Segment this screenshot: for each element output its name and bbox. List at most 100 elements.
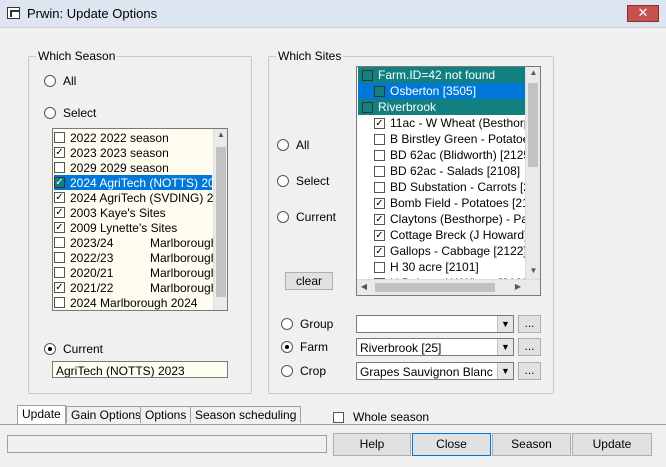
tab-update[interactable]: Update [17, 405, 66, 424]
season-item-checkbox[interactable]: ✓ [54, 282, 65, 293]
season-current-radio[interactable]: Current [44, 342, 103, 356]
site-list-item[interactable]: ✓ Cottage Breck (J Howard) - I [358, 227, 540, 243]
site-list-item[interactable]: ✓ Gallops - Cabbage [2122] [358, 243, 527, 259]
crop-browse-button[interactable]: ... [518, 362, 541, 380]
season-item-checkbox[interactable] [54, 252, 65, 263]
site-item-checkbox[interactable]: ✓ [374, 197, 385, 209]
site-list-item[interactable]: BD Substation - Carrots [211 [358, 179, 540, 195]
crop-combo[interactable]: Grapes Sauvignon Blanc [3] ▼ [356, 362, 514, 380]
season-scroll-up-icon[interactable]: ▲ [214, 130, 227, 139]
season-list-item[interactable]: 2022/23 Marlborough [54, 250, 217, 265]
season-list-item[interactable]: ✓ 2003 Kaye's Sites [54, 205, 212, 220]
season-item-checkbox[interactable] [54, 297, 65, 308]
site-item-checkbox[interactable] [374, 181, 385, 193]
site-list-item[interactable]: BD 62ac - Salads [2108] [358, 163, 525, 179]
season-list-item[interactable]: 2022 2022 season [54, 130, 212, 145]
site-item-checkbox[interactable]: ✓ [374, 229, 385, 241]
farm-browse-button[interactable]: ... [518, 338, 541, 356]
season-item-checkbox[interactable]: ✓ [54, 207, 65, 218]
group-combo[interactable]: ▼ [356, 315, 514, 333]
season-list-item[interactable]: ✓ 2009 Lynette's Sites [54, 220, 212, 235]
site-list-item[interactable]: ✓ 11ac - W Wheat (Besthorpe) [358, 115, 540, 131]
season-item-checkbox[interactable] [54, 237, 65, 248]
group-radio-dot[interactable] [281, 318, 293, 330]
season-item-checkbox[interactable] [54, 162, 65, 173]
site-item-checkbox[interactable] [374, 149, 385, 161]
season-button[interactable]: Season [492, 433, 571, 456]
sites-current-radio[interactable]: Current [277, 210, 336, 224]
season-item-checkbox[interactable]: ✓ [54, 147, 65, 158]
sites-current-radio-dot[interactable] [277, 211, 289, 223]
farm-combo[interactable]: Riverbrook [25] ▼ [356, 338, 514, 356]
group-radio[interactable]: Group [281, 317, 333, 331]
season-listbox[interactable]: 2024 Marlborough 2024 ✓ 2021/22 Marlborough… [52, 128, 228, 311]
site-item-checkbox[interactable] [374, 85, 385, 97]
site-item-checkbox[interactable]: ✓ [374, 245, 385, 257]
sites-scroll-down-icon[interactable]: ▼ [526, 266, 540, 275]
sites-listbox[interactable]: H Dykes - W Wheat [2103]H 30 acre [2101]… [356, 66, 541, 296]
season-list-item[interactable]: 2029 2029 season [54, 160, 212, 175]
season-list-scrollbar[interactable]: ▲ [213, 129, 227, 310]
sites-hscroll-thumb[interactable] [375, 283, 495, 292]
season-item-checkbox[interactable] [54, 267, 65, 278]
season-list-item[interactable]: ✓ 2023 2023 season [54, 145, 212, 160]
season-all-radio[interactable]: All [44, 74, 76, 88]
farm-radio-dot[interactable] [281, 341, 293, 353]
whole-season-checkbox[interactable]: Whole season [333, 410, 429, 424]
season-list-item[interactable]: 2020/21 Marlborough [54, 265, 217, 280]
chevron-down-icon[interactable]: ▼ [497, 316, 513, 332]
site-item-checkbox[interactable] [374, 261, 385, 273]
site-list-item[interactable]: Osberton [3505] [358, 83, 525, 99]
site-item-checkbox[interactable] [374, 133, 385, 145]
sites-select-radio[interactable]: Select [277, 174, 329, 188]
site-list-item[interactable]: Farm.ID=42 not found [358, 67, 525, 83]
current-season-field[interactable]: AgriTech (NOTTS) 2023 [52, 361, 228, 378]
sites-all-radio-dot[interactable] [277, 139, 289, 151]
season-select-radio-dot[interactable] [44, 107, 56, 119]
season-list-item[interactable]: ✓ 2024 AgriTech (NOTTS) 2023 [54, 175, 227, 190]
tab-gain-options[interactable]: Gain Options [66, 406, 147, 423]
chevron-down-icon[interactable]: ▼ [497, 339, 513, 355]
season-item-checkbox[interactable]: ✓ [54, 177, 65, 188]
site-item-checkbox[interactable] [362, 69, 373, 81]
farm-radio[interactable]: Farm [281, 340, 328, 354]
season-list-item[interactable]: 2023/24 Marlborough [54, 235, 217, 250]
crop-radio[interactable]: Crop [281, 364, 326, 378]
season-current-radio-dot[interactable] [44, 343, 56, 355]
season-scroll-thumb[interactable] [216, 147, 226, 297]
site-list-item[interactable]: B Birstley Green - Potatoes [ [358, 131, 540, 147]
season-item-checkbox[interactable]: ✓ [54, 192, 65, 203]
season-all-radio-dot[interactable] [44, 75, 56, 87]
crop-radio-dot[interactable] [281, 365, 293, 377]
sites-scroll-up-icon[interactable]: ▲ [526, 68, 540, 77]
sites-hscrollbar[interactable]: ◀ ▶ [357, 279, 540, 295]
sites-all-radio[interactable]: All [277, 138, 309, 152]
site-list-item[interactable]: ✓ Claytons (Besthorpe) - Parsn [358, 211, 540, 227]
site-list-item[interactable]: H 30 acre [2101] [358, 259, 525, 275]
close-window-button[interactable]: ✕ [627, 5, 659, 22]
site-list-item[interactable]: BD 62ac (Blidworth) [2125] [358, 147, 533, 163]
close-button[interactable]: Close [412, 433, 491, 456]
group-browse-button[interactable]: ... [518, 315, 541, 333]
season-list-item[interactable]: 2024 Marlborough 2024 [54, 295, 212, 310]
sites-scroll-left-icon[interactable]: ◀ [357, 282, 371, 291]
site-item-checkbox[interactable]: ✓ [374, 213, 385, 225]
help-button[interactable]: Help [333, 433, 411, 456]
season-list-item[interactable]: ✓ 2021/22 Marlborough [54, 280, 217, 295]
update-button[interactable]: Update [572, 433, 652, 456]
chevron-down-icon[interactable]: ▼ [497, 363, 513, 379]
tab-options[interactable]: Options [140, 406, 192, 423]
whole-season-check[interactable] [333, 411, 344, 423]
sites-select-radio-dot[interactable] [277, 175, 289, 187]
season-item-checkbox[interactable]: ✓ [54, 222, 65, 233]
sites-list-scrollbar[interactable]: ▲ ▼ [525, 67, 540, 279]
tab-season-scheduling[interactable]: Season scheduling [190, 406, 302, 423]
sites-scroll-right-icon[interactable]: ▶ [511, 282, 525, 291]
clear-button[interactable]: clear [285, 272, 333, 290]
season-item-checkbox[interactable] [54, 132, 65, 143]
site-list-item[interactable]: Riverbrook [358, 99, 525, 115]
site-list-item[interactable]: ✓ Bomb Field - Potatoes [2117 [358, 195, 540, 211]
site-item-checkbox[interactable] [374, 165, 385, 177]
sites-scroll-thumb[interactable] [528, 83, 538, 167]
season-list-item[interactable]: ✓ 2024 AgriTech (SVDING) 2023 [54, 190, 227, 205]
